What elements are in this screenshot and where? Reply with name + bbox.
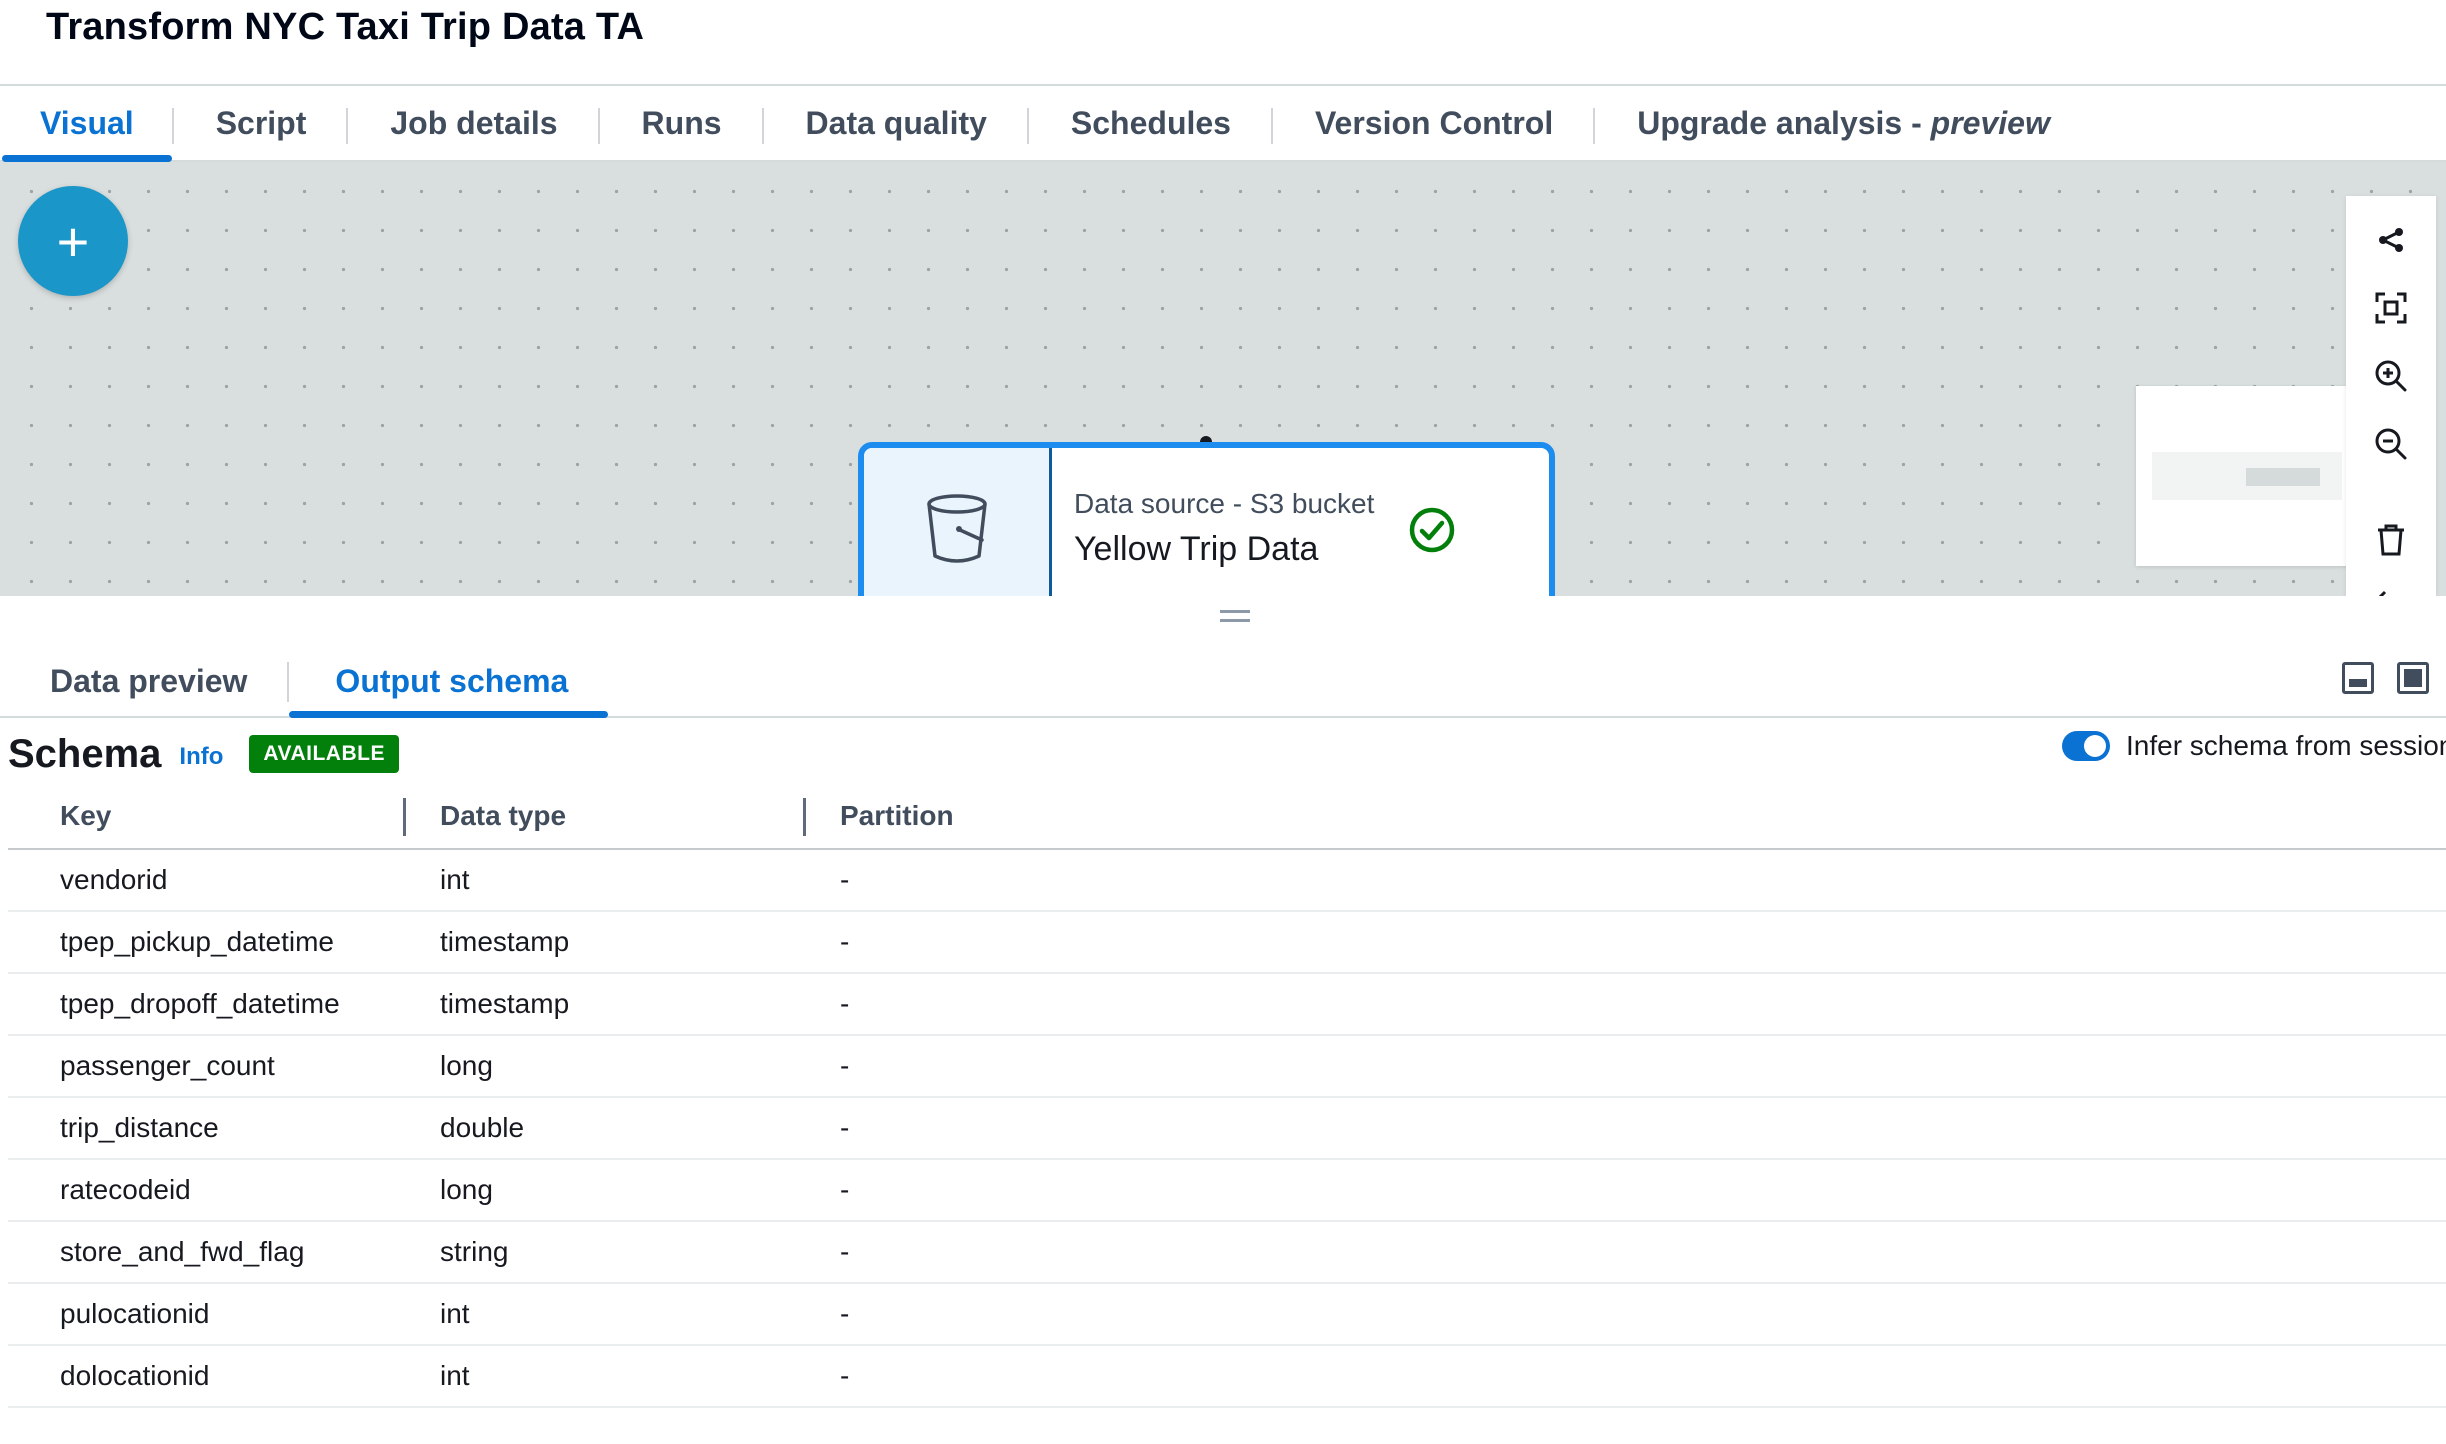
- table-row: tpep_pickup_datetime timestamp -: [8, 912, 2446, 974]
- data-source-node[interactable]: Data source - S3 bucket Yellow Trip Data: [858, 442, 1555, 596]
- cell-data-type: string: [440, 1236, 509, 1267]
- cell-data-type: long: [440, 1174, 493, 1205]
- panel-resize-handle[interactable]: [1220, 610, 1250, 622]
- panel-tabs: Data preview Output schema: [0, 646, 2446, 718]
- zoom-in-icon[interactable]: [2373, 358, 2409, 394]
- tab-version-control[interactable]: Version Control: [1273, 86, 1596, 160]
- column-header-key[interactable]: Key: [8, 784, 406, 848]
- cell-partition: -: [840, 864, 850, 895]
- cell-data-type: timestamp: [440, 926, 570, 957]
- tab-upgrade-analysis[interactable]: Upgrade analysis - preview: [1595, 86, 2092, 160]
- table-row: store_and_fwd_flag string -: [8, 1222, 2446, 1284]
- tab-data-quality[interactable]: Data quality: [764, 86, 1029, 160]
- table-row: trip_distance double -: [8, 1098, 2446, 1160]
- page-title: Transform NYC Taxi Trip Data TA: [46, 6, 645, 48]
- tab-label: Data quality: [805, 104, 987, 141]
- tab-job-details[interactable]: Job details: [348, 86, 600, 160]
- trash-icon[interactable]: [2373, 522, 2409, 558]
- tab-label: Schedules: [1070, 104, 1231, 141]
- tab-label-preview: preview: [1930, 104, 2050, 141]
- panel-maximize-icon[interactable]: [2397, 662, 2429, 694]
- column-header-partition[interactable]: Partition: [806, 784, 954, 848]
- table-row: vendorid int -: [8, 850, 2446, 912]
- infer-schema-toggle-group: Infer schema from session: [2062, 730, 2446, 762]
- tab-label: Script: [215, 104, 307, 141]
- node-body: Data source - S3 bucket Yellow Trip Data: [1052, 448, 1549, 596]
- schema-table: Key Data type Partition vendorid int - tpep…: [8, 784, 2446, 1408]
- table-row: tpep_dropoff_datetime timestamp -: [8, 974, 2446, 1036]
- plus-icon: +: [56, 209, 90, 273]
- node-name-label: Yellow Trip Data: [1074, 530, 1319, 568]
- node-type-label: Data source - S3 bucket: [1074, 488, 1375, 519]
- cell-key: store_and_fwd_flag: [60, 1236, 305, 1267]
- node-icon-area: [864, 448, 1052, 596]
- minimap[interactable]: [2136, 386, 2368, 566]
- cell-partition: -: [840, 1050, 850, 1081]
- tab-label: Output schema: [335, 662, 569, 699]
- cell-key: tpep_pickup_datetime: [60, 926, 334, 957]
- job-tabs: Visual Script Job details Runs Data qual…: [0, 84, 2446, 162]
- infer-schema-label: Infer schema from session: [2126, 730, 2446, 761]
- cell-partition: -: [840, 926, 850, 957]
- panel-minimize-icon[interactable]: [2342, 662, 2374, 694]
- cell-partition: -: [840, 1236, 850, 1267]
- table-row: dolocationid int -: [8, 1346, 2446, 1408]
- status-badge: AVAILABLE: [249, 735, 399, 773]
- cell-key: vendorid: [60, 864, 168, 895]
- cell-partition: -: [840, 1298, 850, 1329]
- cell-key: pulocationid: [60, 1298, 210, 1329]
- table-row: ratecodeid long -: [8, 1160, 2446, 1222]
- tab-label: Upgrade analysis -: [1637, 104, 1931, 141]
- zoom-out-icon[interactable]: [2373, 426, 2409, 462]
- table-row: pulocationid int -: [8, 1284, 2446, 1346]
- cell-key: dolocationid: [60, 1360, 210, 1391]
- share-icon[interactable]: [2373, 222, 2409, 258]
- cell-data-type: int: [440, 1298, 470, 1329]
- fit-view-icon[interactable]: [2373, 290, 2409, 326]
- schema-title: Schema: [8, 731, 162, 776]
- schema-header: Schema Info AVAILABLE: [8, 724, 399, 784]
- tab-label: Runs: [641, 104, 722, 141]
- cell-data-type: int: [440, 864, 470, 895]
- minimap-node: [2246, 468, 2320, 486]
- tab-label: Version Control: [1314, 104, 1554, 141]
- tab-label: Visual: [40, 104, 134, 141]
- column-header-data-type[interactable]: Data type: [406, 784, 806, 848]
- undo-icon[interactable]: [2373, 586, 2409, 596]
- tab-output-schema[interactable]: Output schema: [289, 646, 609, 718]
- cell-partition: -: [840, 1360, 850, 1391]
- cell-data-type: long: [440, 1050, 493, 1081]
- canvas-toolbar: [2346, 196, 2436, 596]
- infer-schema-toggle[interactable]: [2062, 731, 2110, 761]
- add-node-button[interactable]: +: [18, 186, 128, 296]
- cell-data-type: timestamp: [440, 988, 570, 1019]
- tab-label: Job details: [390, 104, 558, 141]
- tab-data-preview[interactable]: Data preview: [0, 646, 290, 716]
- tab-script[interactable]: Script: [174, 86, 349, 160]
- cell-key: passenger_count: [60, 1050, 275, 1081]
- bucket-icon: [926, 494, 987, 563]
- table-body: vendorid int - tpep_pickup_datetime timestam…: [8, 850, 2446, 1408]
- tab-label: Data preview: [50, 662, 248, 699]
- cell-partition: -: [840, 1174, 850, 1205]
- info-link[interactable]: Info: [179, 743, 223, 771]
- cell-data-type: double: [440, 1112, 525, 1143]
- glue-studio-job-editor: Transform NYC Taxi Trip Data TA Visual S…: [0, 0, 2446, 1444]
- table-row: passenger_count long -: [8, 1036, 2446, 1098]
- cell-key: trip_distance: [60, 1112, 219, 1143]
- visual-canvas[interactable]: + Data source - S3 bucket Yellow Trip Da…: [0, 162, 2446, 596]
- cell-partition: -: [840, 1112, 850, 1143]
- bottom-panel: Data preview Output schema Schema Info A…: [0, 596, 2446, 1444]
- cell-partition: -: [840, 988, 850, 1019]
- cell-key: ratecodeid: [60, 1174, 191, 1205]
- table-header: Key Data type Partition: [8, 784, 2446, 850]
- tab-schedules[interactable]: Schedules: [1029, 86, 1273, 160]
- tab-runs[interactable]: Runs: [600, 86, 764, 160]
- cell-key: tpep_dropoff_datetime: [60, 988, 340, 1019]
- cell-data-type: int: [440, 1360, 470, 1391]
- check-circle-icon: [1409, 507, 1455, 553]
- tab-visual[interactable]: Visual: [0, 86, 174, 162]
